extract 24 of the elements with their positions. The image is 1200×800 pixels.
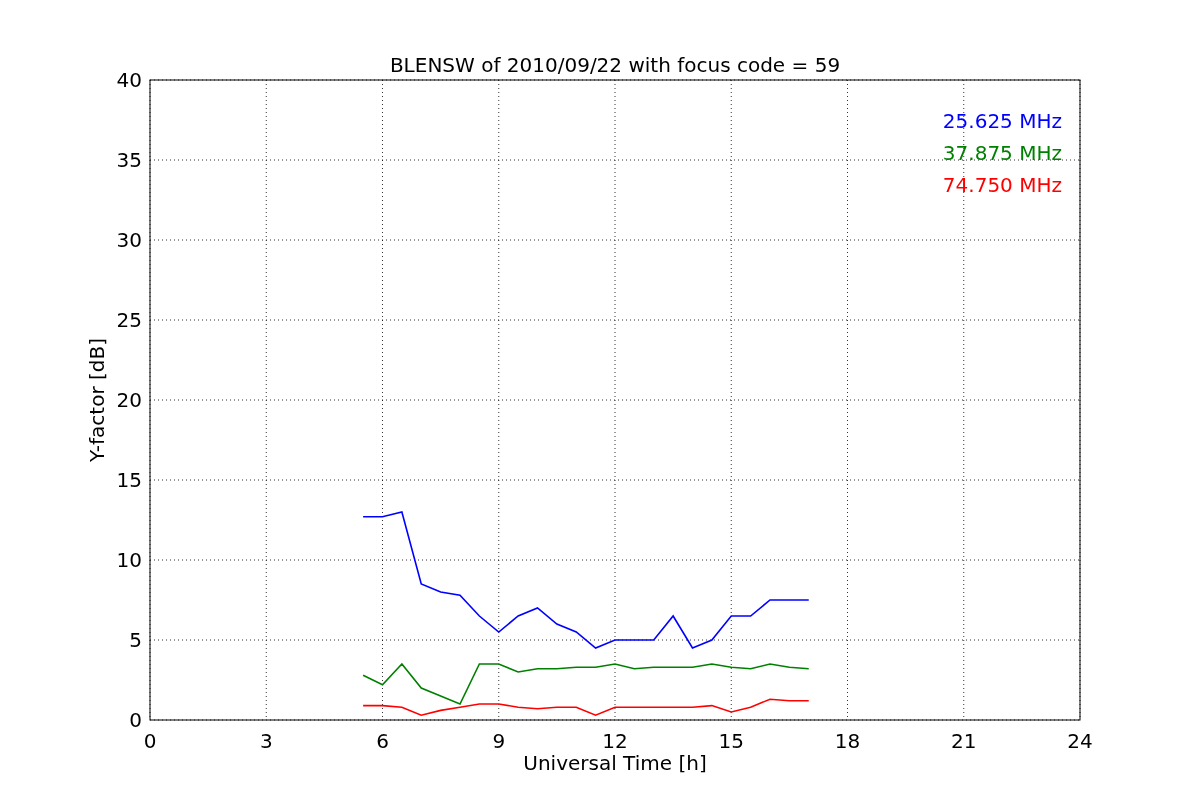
y-tick-label: 35: [116, 148, 142, 172]
y-axis-label: Y-factor [dB]: [85, 338, 109, 462]
y-tick-label: 10: [116, 548, 142, 572]
y-tick-label: 5: [129, 628, 142, 652]
y-tick-label: 20: [116, 388, 142, 412]
x-axis-label: Universal Time [h]: [523, 751, 707, 775]
chart-title: BLENSW of 2010/09/22 with focus code = 59: [389, 53, 841, 77]
legend-label: 74.750 MHz: [942, 173, 1062, 197]
x-tick-label: 9: [492, 729, 506, 753]
y-tick-label: 30: [116, 228, 142, 252]
x-tick-label: 6: [376, 729, 389, 753]
x-tick-label: 12: [602, 729, 628, 753]
x-tick-label: 3: [259, 729, 273, 753]
x-tick-label: 0: [143, 729, 157, 753]
y-tick-label: 40: [116, 68, 142, 92]
legend-label: 25.625 MHz: [942, 109, 1062, 133]
x-tick-label: 18: [834, 729, 861, 753]
x-tick-label: 21: [951, 729, 977, 753]
y-tick-label: 25: [116, 308, 142, 332]
x-tick-label: 24: [1067, 729, 1093, 753]
x-tick-label: 15: [718, 729, 744, 753]
legend-label: 37.875 MHz: [942, 141, 1062, 165]
y-tick-label: 0: [129, 708, 142, 732]
y-tick-label: 15: [116, 468, 142, 492]
